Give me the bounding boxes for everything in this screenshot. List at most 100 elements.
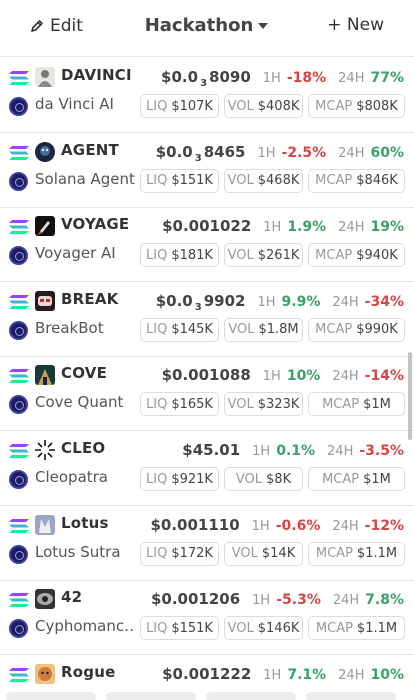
liquidity-pill[interactable]: LIQ $181K: [140, 243, 219, 268]
solana-icon: [9, 518, 29, 533]
volume-pill[interactable]: VOL $261K: [224, 243, 303, 268]
chain-badge-icon: [9, 97, 28, 116]
token-row[interactable]: CLEO $45.01 1H 0.1% 24H -3.5% Cleopatra LIQ $921…: [0, 431, 414, 506]
price-stats: $0.001088 1H 10% 24H -14%: [162, 366, 404, 384]
timeframe-24h: 24H: [332, 369, 359, 385]
liquidity-pill[interactable]: LIQ $107K: [140, 94, 219, 118]
market-cap-pill[interactable]: MCAP $1.1M: [308, 541, 405, 566]
liquidity-pill[interactable]: LIQ $921K: [140, 467, 219, 491]
bottom-tab-strip: [0, 692, 414, 700]
market-cap-pill[interactable]: MCAP $990K: [308, 317, 405, 342]
timeframe-24h: 24H: [332, 294, 359, 310]
market-cap-pill[interactable]: MCAP $846K: [308, 168, 405, 193]
solana-icon: [9, 145, 29, 160]
liq-value: $172K: [171, 546, 213, 562]
liq-value: $921K: [171, 471, 213, 487]
volume-pill[interactable]: VOL $468K: [224, 168, 303, 193]
change-1h: 7.1%: [287, 666, 327, 683]
change-1h: 9.9%: [281, 293, 321, 310]
volume-pill[interactable]: VOL $1.8M: [224, 317, 303, 342]
vol-label: VOL: [227, 173, 254, 189]
volume-pill[interactable]: VOL $8K: [224, 467, 303, 491]
price-zero-count: 3: [194, 301, 202, 313]
eye-icon: [35, 589, 55, 610]
token-name: Lotus Sutra: [35, 542, 121, 561]
bottom-tab[interactable]: [206, 692, 296, 700]
liq-value: $145K: [171, 322, 213, 338]
change-1h: 10%: [286, 368, 321, 385]
vol-label: VOL: [227, 247, 254, 263]
change-24h: 60%: [370, 144, 404, 161]
sunburst-icon: [35, 440, 55, 460]
market-cap-pill[interactable]: MCAP $1M: [308, 467, 405, 491]
liq-label: LIQ: [146, 396, 168, 412]
price-digits: 8465: [203, 142, 246, 161]
token-row[interactable]: VOYAGE $0.001022 1H 1.9% 24H 19% Voyager AI LIQ…: [0, 207, 414, 283]
token-row[interactable]: Lotus $0.001110 1H -0.6% 24H -12% Lotus Sutra L…: [0, 506, 414, 581]
change-24h: -14%: [364, 368, 404, 385]
bottom-tab[interactable]: [106, 692, 196, 700]
scrollbar[interactable]: [408, 352, 412, 440]
token-row[interactable]: COVE $0.001088 1H 10% 24H -14% Cove Quant LIQ $1…: [0, 356, 414, 432]
solana-icon: [9, 369, 29, 384]
new-button[interactable]: + New: [327, 15, 384, 35]
liq-label: LIQ: [146, 471, 168, 487]
chain-badge-icon: [9, 171, 28, 191]
mcap-value: $808K: [356, 98, 398, 114]
price-value: $45.01: [182, 441, 241, 459]
bottom-tab[interactable]: [6, 692, 96, 700]
liquidity-pill[interactable]: LIQ $151K: [140, 616, 219, 641]
market-cap-pill[interactable]: MCAP $1.1M: [308, 616, 405, 641]
liq-label: LIQ: [146, 173, 168, 189]
vol-value: $8K: [266, 471, 292, 487]
volume-pill[interactable]: VOL $14K: [224, 541, 303, 566]
chain-badge-icon: [9, 544, 28, 564]
market-cap-pill[interactable]: MCAP $808K: [308, 94, 405, 118]
price-value: $0.001088: [161, 366, 251, 385]
token-price: $0.001206: [151, 590, 240, 608]
volume-pill[interactable]: VOL $146K: [224, 616, 303, 641]
vol-value: $1.8M: [258, 322, 299, 338]
mcap-value: $1.1M: [356, 620, 398, 636]
token-ticker: VOYAGE: [61, 215, 130, 234]
vol-value: $261K: [257, 247, 300, 263]
vol-label: VOL: [231, 546, 258, 562]
price-prefix: $0.0: [155, 142, 193, 161]
price-prefix: $0.0: [161, 68, 199, 86]
token-row[interactable]: DAVINCI $0.0 3 8090 1H -18% 24H 77% da Vinci AI L…: [0, 58, 414, 133]
token-row[interactable]: AGENT $0.0 3 8465 1H -2.5% 24H 60% Solana Agent L…: [0, 133, 414, 208]
timeframe-24h: 24H: [338, 145, 365, 161]
price-digits: 8090: [209, 68, 251, 86]
liq-value: $151K: [171, 620, 213, 636]
liq-value: $107K: [171, 98, 213, 114]
volume-pill[interactable]: VOL $408K: [224, 94, 303, 118]
token-name: Solana Agent: [35, 169, 135, 188]
token-ticker: DAVINCI: [61, 66, 132, 84]
volume-pill[interactable]: VOL $323K: [224, 392, 303, 417]
mcap-label: MCAP: [322, 396, 360, 412]
liquidity-pill[interactable]: LIQ $145K: [140, 317, 219, 342]
liquidity-pill[interactable]: LIQ $165K: [140, 392, 219, 417]
bottom-tab[interactable]: [306, 692, 396, 700]
token-row[interactable]: BREAK $0.0 3 9902 1H 9.9% 24H -34% BreakBot LIQ $1…: [0, 282, 414, 357]
liquidity-pill[interactable]: LIQ $172K: [140, 541, 219, 566]
token-name: Cleopatra: [35, 468, 109, 486]
liquidity-pill[interactable]: LIQ $151K: [140, 168, 219, 193]
liq-label: LIQ: [146, 546, 168, 562]
price-stats: $0.0 3 8465 1H -2.5% 24H 60%: [155, 142, 404, 164]
change-1h: -5.3%: [276, 592, 321, 609]
vol-label: VOL: [227, 620, 254, 636]
price-stats: $0.0 3 8090 1H -18% 24H 77%: [161, 68, 404, 89]
token-row[interactable]: 42 $0.001206 1H -5.3% 24H 7.8% Cyphomanc… LIQ $1…: [0, 580, 414, 656]
market-cap-pill[interactable]: MCAP $1M: [308, 392, 405, 417]
token-ticker: Rogue: [61, 662, 116, 681]
price-stats: $0.001022 1H 1.9% 24H 19%: [162, 217, 404, 235]
market-cap-pill[interactable]: MCAP $940K: [308, 243, 405, 268]
timeframe-1h: 1H: [251, 518, 270, 534]
timeframe-1h: 1H: [252, 593, 271, 609]
mcap-value: $1.1M: [356, 546, 398, 562]
mcap-value: $1M: [363, 396, 391, 412]
price-zero-count: 3: [200, 78, 208, 89]
chain-badge-icon: [9, 619, 28, 639]
solana-icon: [9, 667, 29, 682]
